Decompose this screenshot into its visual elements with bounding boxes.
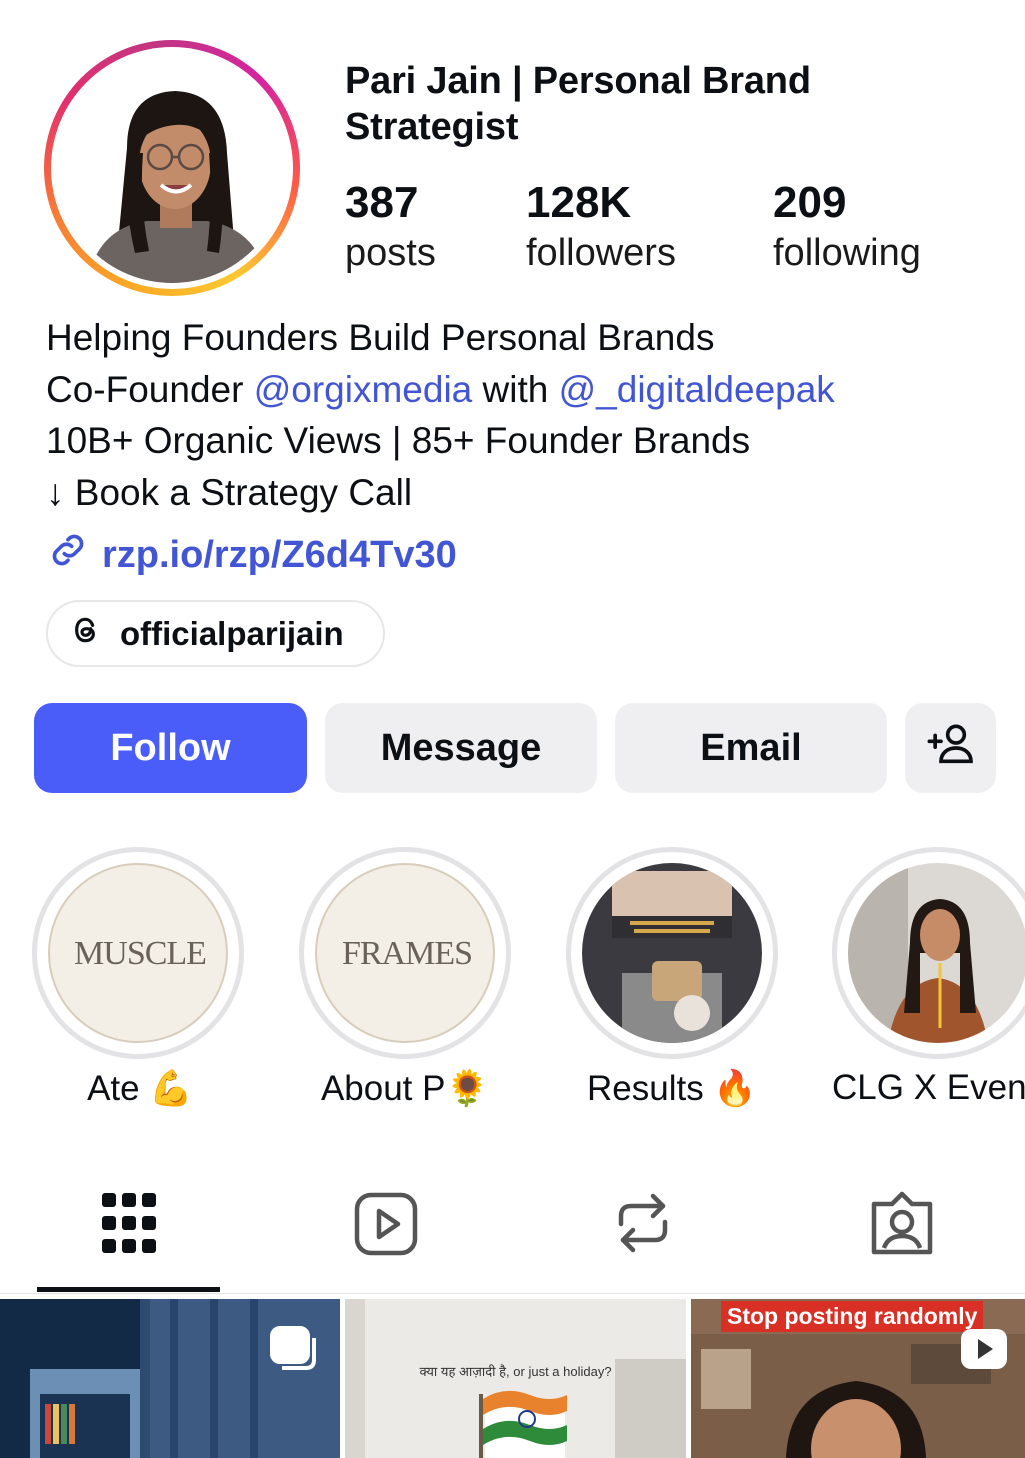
bio-line-2-mid: with bbox=[472, 368, 559, 410]
highlight-label: Results 🔥 bbox=[586, 1069, 757, 1108]
highlight-cover-image bbox=[582, 863, 762, 1043]
post-thumbnail[interactable] bbox=[0, 1299, 340, 1458]
highlight-clg-event[interactable] bbox=[832, 847, 1025, 1059]
tab-divider bbox=[0, 1293, 1025, 1294]
mention-digitaldeepak[interactable]: @_digitaldeepak bbox=[559, 369, 835, 410]
post-caption: Stop posting randomly bbox=[721, 1301, 984, 1332]
bio-line-1: Helping Founders Build Personal Brands bbox=[46, 317, 715, 358]
bio-line-2-prefix: Co-Founder bbox=[46, 368, 254, 410]
bio-link-text: rzp.io/rzp/Z6d4Tv30 bbox=[102, 533, 457, 576]
stat-following[interactable]: 209 following bbox=[773, 178, 921, 278]
highlight-results[interactable] bbox=[566, 847, 778, 1059]
highlight-cover-text: FRAMES bbox=[341, 935, 473, 972]
follow-button[interactable]: Follow bbox=[34, 703, 307, 793]
suggested-people-button[interactable] bbox=[905, 703, 996, 793]
tab-reels[interactable] bbox=[354, 1190, 418, 1261]
highlight-cover-text: MUSCLE bbox=[74, 935, 207, 972]
bio-line-3: 10B+ Organic Views | 85+ Founder Brands bbox=[46, 420, 751, 461]
active-tab-indicator bbox=[37, 1287, 220, 1292]
stat-posts-label: posts bbox=[345, 232, 436, 274]
highlight-cover-image bbox=[848, 863, 1025, 1043]
reposts-icon bbox=[618, 1193, 668, 1253]
email-button[interactable]: Email bbox=[615, 703, 887, 793]
profile-avatar-ring[interactable] bbox=[44, 40, 300, 296]
grid-icon bbox=[102, 1193, 156, 1253]
highlight-label: Ate 💪 bbox=[87, 1069, 193, 1108]
highlight-label: CLG X Event bbox=[832, 1068, 1025, 1107]
post-thumbnail[interactable]: Stop posting randomly bbox=[691, 1299, 1025, 1458]
post-thumbnail[interactable]: क्या यह आज़ादी है, or just a holiday? bbox=[345, 1299, 686, 1458]
profile-name: Pari Jain | Personal Brand Strategist bbox=[345, 60, 811, 148]
stat-following-value: 209 bbox=[773, 178, 847, 227]
message-button[interactable]: Message bbox=[325, 703, 597, 793]
highlight-about[interactable]: FRAMES bbox=[299, 847, 511, 1059]
threads-icon bbox=[70, 614, 102, 654]
threads-badge[interactable]: officialparijain bbox=[46, 600, 385, 667]
avatar bbox=[57, 53, 287, 283]
mention-orgixmedia[interactable]: @orgixmedia bbox=[254, 369, 473, 410]
post-caption: क्या यह आज़ादी है, or just a holiday? bbox=[419, 1364, 612, 1379]
link-icon bbox=[46, 528, 90, 582]
profile-bio: Helping Founders Build Personal Brands C… bbox=[46, 312, 996, 518]
threads-handle: officialparijain bbox=[120, 614, 344, 652]
tagged-icon bbox=[871, 1191, 933, 1255]
bio-line-4: ↓ Book a Strategy Call bbox=[46, 471, 413, 513]
highlight-label: About P🌻 bbox=[320, 1069, 490, 1108]
stat-following-label: following bbox=[773, 232, 921, 274]
stat-followers-value: 128K bbox=[526, 178, 632, 227]
reels-icon bbox=[354, 1192, 418, 1256]
bio-line-2: Co-Founder @orgixmedia with @_digitaldee… bbox=[46, 364, 996, 416]
stat-followers[interactable]: 128K followers bbox=[526, 178, 676, 278]
highlight-ate[interactable]: MUSCLE bbox=[32, 847, 244, 1059]
tab-posts-grid[interactable] bbox=[102, 1190, 156, 1261]
tab-reposts[interactable] bbox=[613, 1190, 673, 1261]
bio-link[interactable]: rzp.io/rzp/Z6d4Tv30 bbox=[46, 528, 457, 582]
add-person-icon bbox=[926, 721, 976, 775]
stat-followers-label: followers bbox=[526, 232, 676, 274]
multiple-posts-icon bbox=[268, 1324, 320, 1377]
play-icon bbox=[961, 1329, 1007, 1374]
tab-tagged[interactable] bbox=[870, 1190, 934, 1261]
stat-posts[interactable]: 387 posts bbox=[345, 178, 436, 278]
stat-posts-value: 387 bbox=[345, 178, 419, 227]
